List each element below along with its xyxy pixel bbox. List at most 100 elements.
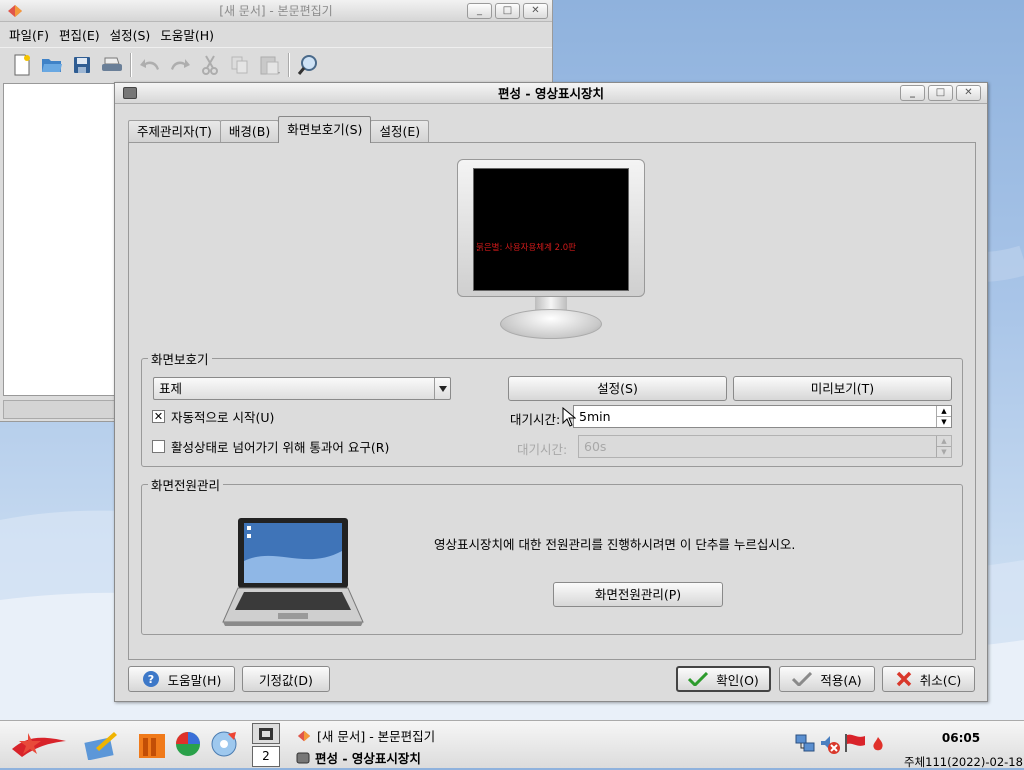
help-button[interactable]: ? 도움말(H) [128,666,235,692]
require-password-box [152,440,165,453]
power-management-button[interactable]: 화면전원관리(P) [553,582,723,607]
flag-icon[interactable] [844,733,866,753]
cancel-icon [896,671,911,687]
menu-file[interactable]: 파일(F) [4,25,54,44]
wait-time-value: 5min [579,409,611,424]
open-folder-icon[interactable] [40,53,64,77]
dialog-title-text: 편성 - 영상표시장치 [498,86,604,101]
monitor-preview: 붉은별: 사용자용체계 2.0판 [457,159,645,339]
editor-titlebar[interactable]: [새 문서] - 본문편집기 _ □ ✕ [0,0,552,22]
toolbar-separator [288,52,290,77]
checkmark-icon [792,672,813,686]
spin-up-icon[interactable]: ▲ [937,406,951,417]
auto-start-label: 자동적으로 시작(U) [171,410,275,425]
mouse-cursor-icon [562,407,576,427]
lock-wait-time-value: 60s [584,439,607,454]
dialog-close-button[interactable]: ✕ [956,85,981,101]
workspace-2[interactable]: 2 [252,746,280,767]
dialog-titlebar[interactable]: 편성 - 영상표시장치 _ □ ✕ [115,83,987,104]
tab-bar: 주제관리자(T) 배경(B) 화면보호기(S) 설정(E) [128,116,430,143]
workspace-pager: 2 [252,723,280,767]
editor-title-text: [새 문서] - 본문편집기 [219,4,333,18]
lock-wait-time-input: 60s ▲ ▼ [578,435,952,458]
paste-icon[interactable] [258,53,282,77]
editor-minimize-button[interactable]: _ [467,3,492,19]
menu-help[interactable]: 도움말(H) [155,25,219,44]
apply-button[interactable]: 적용(A) [779,666,875,692]
task-display-settings-label: 편성 - 영상표시장치 [315,751,421,766]
spin-down-icon: ▼ [941,447,947,456]
save-icon[interactable] [70,53,94,77]
cancel-button-label: 취소(C) [919,672,962,688]
require-password-label: 활성상태로 넘어가기 위해 통과어 요구(R) [171,440,390,455]
display-settings-dialog: 편성 - 영상표시장치 _ □ ✕ 주제관리자(T) 배경(B) 화면보호기(S… [114,82,988,702]
spin-up-icon: ▲ [937,436,951,447]
start-menu-icon[interactable] [8,727,70,761]
wait-time-input[interactable]: 5min ▲ ▼ [573,405,952,428]
screensaver-legend: 화면보호기 [151,352,209,367]
dialog-maximize-button[interactable]: □ [928,85,953,101]
redo-icon[interactable] [168,53,192,77]
new-document-icon[interactable] [10,53,34,77]
clock[interactable]: 06:05 [930,731,992,745]
editor-maximize-button[interactable]: □ [495,3,520,19]
editor-toolbar [0,47,552,81]
cancel-button[interactable]: 취소(C) [882,666,975,692]
task-editor-label: [새 문서] - 본문편집기 [317,729,436,744]
browser-launcher-icon[interactable] [174,730,202,758]
editor-app-icon [8,5,22,17]
taskbar: 2 [새 문서] - 본문편집기 편성 - 영상표시장치 06:05 주체111… [0,720,1024,769]
update-notifier-icon[interactable] [871,736,885,752]
ok-button-label: 확인(O) [716,672,759,688]
menu-edit[interactable]: 편집(E) [54,25,105,44]
monitor-base [500,309,602,339]
editor-app-icon [297,730,311,741]
task-editor[interactable]: [새 문서] - 본문편집기 [296,726,435,745]
screensaver-panel: 붉은별: 사용자용체계 2.0판 화면보호기 표제 설정(S) 미리보기(T) … [128,142,976,660]
require-password-checkbox[interactable]: 활성상태로 넘어가기 위해 통과어 요구(R) [152,437,389,456]
tab-background[interactable]: 배경(B) [219,120,280,143]
screensaver-preview-button[interactable]: 미리보기(T) [733,376,952,401]
auto-start-checkbox[interactable]: ✕ 자동적으로 시작(U) [152,407,274,426]
editor-menubar: 파일(F) 편집(E) 설정(S) 도움말(H) [0,22,552,47]
monitor-bezel: 붉은별: 사용자용체계 2.0판 [457,159,645,297]
monitor-icon [123,87,137,99]
copy-icon[interactable] [228,53,252,77]
power-management-group: 화면전원관리 영상표시장치에 대한 전원관리를 진행하시려면 이 단추를 누르십… [141,475,963,635]
preview-text: 붉은별: 사용자용체계 2.0판 [476,243,576,253]
editor-close-button[interactable]: ✕ [523,3,548,19]
monitor-icon [296,752,310,763]
tab-screensaver[interactable]: 화면보호기(S) [278,116,372,143]
menu-settings[interactable]: 설정(S) [105,25,156,44]
dialog-minimize-button[interactable]: _ [900,85,925,101]
cut-icon[interactable] [198,53,222,77]
defaults-button-label: 기정값(D) [259,672,313,688]
office-launcher-icon[interactable] [137,730,167,760]
help-icon: ? [142,671,159,687]
print-icon[interactable] [100,53,124,77]
power-management-legend: 화면전원관리 [151,478,221,493]
preview-screen: 붉은별: 사용자용체계 2.0판 [473,168,629,291]
auto-start-check-icon: ✕ [152,410,165,423]
editor-document-area[interactable] [3,83,116,396]
screensaver-group: 화면보호기 표제 설정(S) 미리보기(T) ✕ 자동적으로 시작(U) 활성상… [141,349,963,467]
workspace-1[interactable] [252,723,280,744]
tab-theme-manager[interactable]: 주제관리자(T) [128,120,221,143]
volume-muted-icon[interactable] [819,733,841,755]
screensaver-select[interactable]: 표제 [153,377,451,400]
help-button-label: 도움말(H) [167,672,222,688]
defaults-button[interactable]: 기정값(D) [242,666,330,692]
toolbar-separator [130,52,132,77]
screensaver-settings-button[interactable]: 설정(S) [508,376,727,401]
apply-button-label: 적용(A) [820,672,862,688]
find-icon[interactable] [296,53,320,77]
chevron-down-icon [434,378,450,399]
text-editor-launcher-icon[interactable] [84,730,118,760]
network-icon[interactable] [795,733,815,753]
tab-settings[interactable]: 설정(E) [370,120,430,143]
spin-down-icon[interactable]: ▼ [937,417,951,427]
task-display-settings[interactable]: 편성 - 영상표시장치 [296,748,421,767]
media-player-launcher-icon[interactable] [210,730,238,758]
ok-button[interactable]: 확인(O) [676,666,771,692]
undo-icon[interactable] [138,53,162,77]
